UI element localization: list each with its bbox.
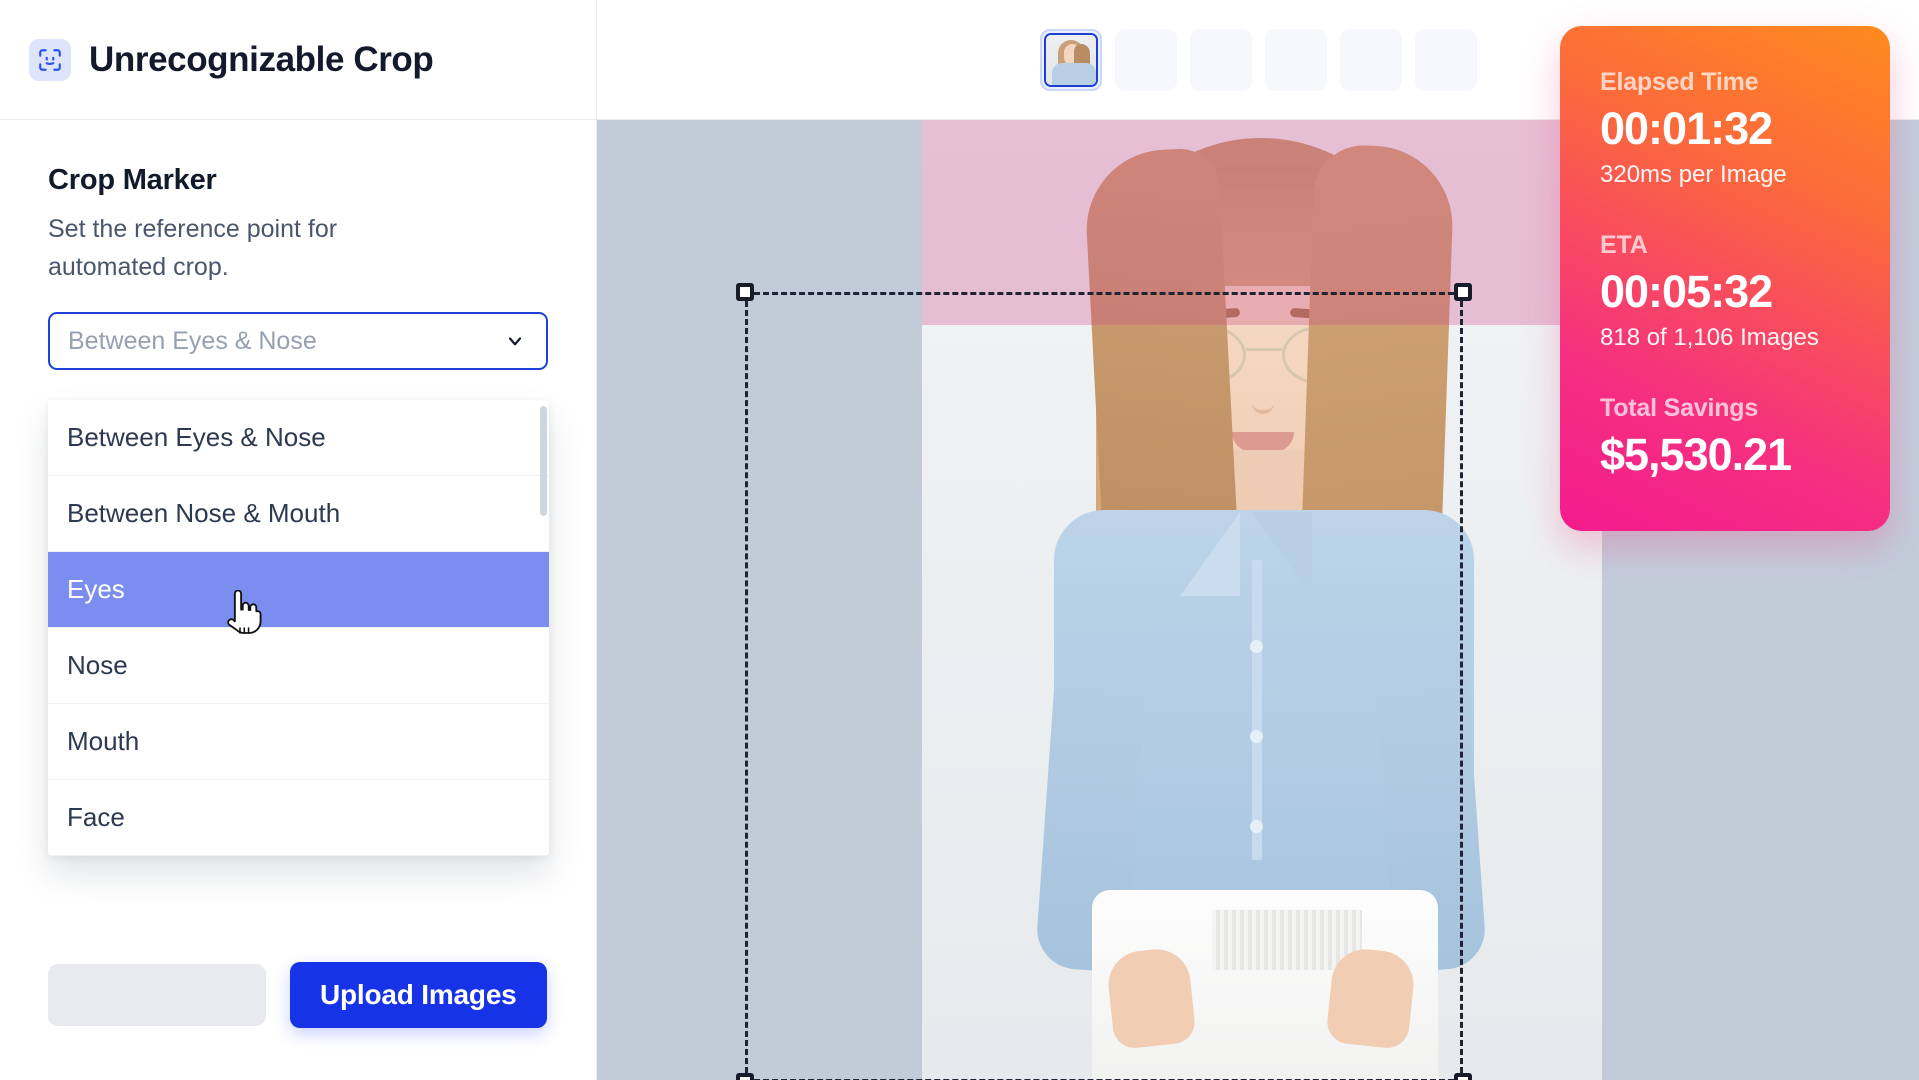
photo-hand-right [1325,946,1417,1050]
options-scrollbar[interactable] [540,406,547,516]
thumbnail-item-2[interactable] [1115,29,1177,91]
stat-eta: ETA 00:05:32 818 of 1,106 Images [1600,231,1850,352]
chevron-down-icon[interactable] [504,330,526,352]
app-header: Unrecognizable Crop [0,0,596,120]
thumbnail-list [1040,29,1477,91]
secondary-button[interactable] [48,964,266,1026]
option-label: Face [67,802,125,833]
crop-marker-select[interactable]: Between Eyes & Nose [48,312,548,370]
elapsed-time-value: 00:01:32 [1600,103,1850,155]
stat-elapsed-time: Elapsed Time 00:01:32 320ms per Image [1600,68,1850,189]
photo-nose [1252,382,1274,414]
photo-shirt-button [1250,820,1263,833]
crop-marker-panel: Crop Marker Set the reference point for … [0,120,596,370]
thumbnail-image [1044,33,1098,87]
eta-sub: 818 of 1,106 Images [1600,324,1850,352]
photo-shirt-button [1250,730,1263,743]
eta-value: 00:05:32 [1600,266,1850,318]
app-root: Elapsed Time 00:01:32 320ms per Image ET… [0,0,1919,1080]
option-label: Nose [67,650,128,681]
option-nose[interactable]: Nose [48,628,549,704]
thumbnail-body [1052,63,1096,85]
photo-hand-left [1105,946,1197,1050]
photo-shirt-button [1250,640,1263,653]
crop-marker-select-value: Between Eyes & Nose [68,327,317,356]
face-scan-icon [29,39,71,81]
upload-images-button[interactable]: Upload Images [290,962,547,1028]
panel-heading: Crop Marker [48,164,548,197]
thumbnail-item-1[interactable] [1040,29,1102,91]
thumbnail-portrait [1046,35,1096,85]
total-savings-label: Total Savings [1600,394,1850,423]
progress-stats-card: Elapsed Time 00:01:32 320ms per Image ET… [1560,26,1890,531]
thumbnail-item-3[interactable] [1190,29,1252,91]
elapsed-time-label: Elapsed Time [1600,68,1850,97]
option-eyes[interactable]: Eyes [48,552,549,628]
eta-label: ETA [1600,231,1850,260]
photo-glasses-bridge [1246,348,1282,351]
crop-marker-options-list[interactable]: Between Eyes & Nose Between Nose & Mouth… [48,400,549,856]
sidebar-actions: Upload Images [48,962,547,1028]
crop-handle-top-left[interactable] [736,283,754,301]
option-face[interactable]: Face [48,780,549,856]
photo-collar-left [1180,512,1240,596]
option-between-eyes-nose[interactable]: Between Eyes & Nose [48,400,549,476]
option-label: Between Eyes & Nose [67,422,326,453]
photo-shirt-placket [1252,560,1262,860]
elapsed-time-sub: 320ms per Image [1600,161,1850,189]
total-savings-value: $5,530.21 [1600,429,1850,481]
thumbnail-item-4[interactable] [1265,29,1327,91]
thumbnail-item-6[interactable] [1415,29,1477,91]
option-label: Mouth [67,726,139,757]
crop-handle-bottom-left[interactable] [736,1073,754,1080]
sidebar: Unrecognizable Crop Crop Marker Set the … [0,0,597,1080]
option-between-nose-mouth[interactable]: Between Nose & Mouth [48,476,549,552]
thumbnail-item-5[interactable] [1340,29,1402,91]
option-label: Eyes [67,574,125,605]
page-title: Unrecognizable Crop [89,40,433,80]
option-mouth[interactable]: Mouth [48,704,549,780]
panel-description: Set the reference point for automated cr… [48,211,448,286]
option-label: Between Nose & Mouth [67,498,340,529]
stat-total-savings: Total Savings $5,530.21 [1600,394,1850,481]
portrait-photo [922,120,1602,1080]
